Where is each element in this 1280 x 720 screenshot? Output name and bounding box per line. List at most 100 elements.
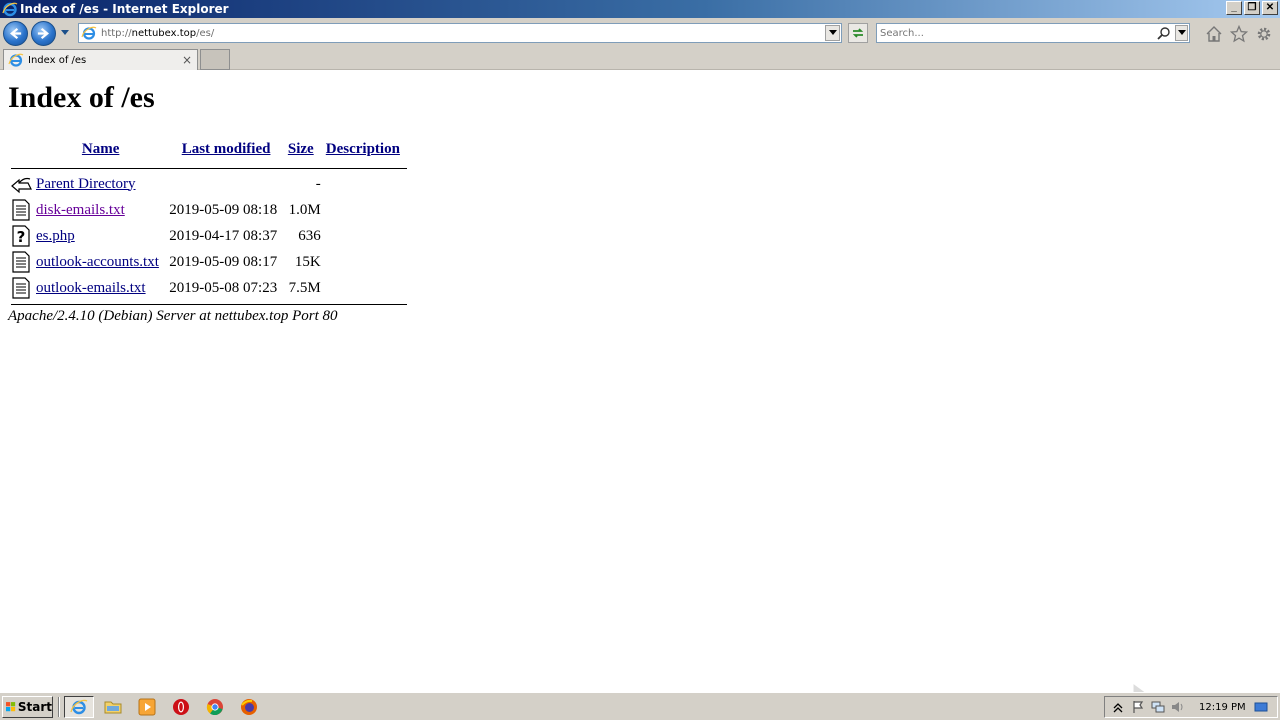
back-button[interactable] xyxy=(3,21,28,46)
table-row: Parent Directory - xyxy=(8,171,407,197)
network-icon[interactable] xyxy=(1151,700,1165,714)
taskbar-file-explorer[interactable] xyxy=(98,696,128,718)
address-bar[interactable]: http://nettubex.top/es/ xyxy=(78,23,842,43)
row-name-cell: es.php xyxy=(34,223,167,249)
divider xyxy=(11,167,407,169)
window-title-bar: Index of /es - Internet Explorer _ ❐ ✕ xyxy=(0,0,1280,18)
row-modified-cell: 2019-04-17 08:37 xyxy=(169,227,278,244)
search-provider-dropdown[interactable] xyxy=(1175,25,1188,41)
chevron-down-icon xyxy=(828,30,837,35)
show-hidden-icons-icon[interactable] xyxy=(1111,700,1125,714)
row-name-cell: outlook-emails.txt xyxy=(34,275,167,301)
tab-bar: Index of /es × xyxy=(0,48,1280,70)
file-link[interactable]: outlook-emails.txt xyxy=(36,280,146,296)
address-url[interactable]: http://nettubex.top/es/ xyxy=(101,28,214,39)
server-signature: Apache/2.4.10 (Debian) Server at nettube… xyxy=(8,308,338,324)
chrome-icon xyxy=(206,699,223,716)
sort-by-size-link[interactable]: Size xyxy=(288,141,314,157)
internet-explorer-icon xyxy=(70,699,88,715)
row-modified-cell: 2019-05-08 07:23 xyxy=(169,279,278,296)
file-link[interactable]: Parent Directory xyxy=(36,176,136,192)
back-arrow-icon xyxy=(11,177,32,194)
home-icon[interactable] xyxy=(1205,25,1223,43)
url-host: nettubex.top xyxy=(131,27,197,39)
start-label: Start xyxy=(17,700,52,714)
navigation-bar: http://nettubex.top/es/ xyxy=(0,18,1280,48)
page-ie-icon xyxy=(81,26,97,40)
tab-label: Index of /es xyxy=(28,54,87,66)
favorites-star-icon[interactable] xyxy=(1230,25,1248,43)
table-row: disk-emails.txt 2019-05-09 08:18 1.0M xyxy=(8,197,407,223)
address-dropdown-button[interactable] xyxy=(825,25,840,41)
row-description-cell xyxy=(323,275,407,301)
search-input[interactable] xyxy=(880,26,1150,40)
system-tray: 12:19 PM xyxy=(1104,696,1278,718)
unknown-file-icon: ? xyxy=(12,225,30,247)
description-column-header: Description xyxy=(323,139,407,165)
show-desktop-icon[interactable] xyxy=(1254,700,1268,714)
row-size-cell: 1.0M xyxy=(288,201,321,218)
search-icon[interactable] xyxy=(1157,26,1171,40)
taskbar-separator xyxy=(58,697,60,717)
sort-by-last-modified-link[interactable]: Last modified xyxy=(182,141,271,157)
chevron-down-icon xyxy=(1177,30,1186,35)
file-link[interactable]: disk-emails.txt xyxy=(36,202,125,218)
refresh-icon xyxy=(852,28,864,38)
action-center-flag-icon[interactable] xyxy=(1131,700,1145,714)
opera-icon xyxy=(173,699,189,715)
taskbar-firefox[interactable] xyxy=(234,696,264,718)
table-header-row: Name Last modified Size Description xyxy=(8,139,407,165)
restore-button[interactable]: ❐ xyxy=(1244,1,1260,15)
row-name-cell: disk-emails.txt xyxy=(34,197,167,223)
media-player-icon xyxy=(138,698,156,716)
recent-pages-dropdown-icon[interactable] xyxy=(60,29,70,37)
window-title: Index of /es - Internet Explorer xyxy=(20,2,229,16)
table-row: outlook-emails.txt 2019-05-08 07:23 7.5M xyxy=(8,275,407,301)
search-box[interactable] xyxy=(876,23,1190,43)
taskbar-media-player[interactable] xyxy=(132,696,162,718)
minimize-button[interactable]: _ xyxy=(1226,1,1242,15)
url-path: /es/ xyxy=(196,27,215,39)
folder-icon xyxy=(104,701,122,714)
url-scheme: http:// xyxy=(101,27,132,39)
row-size-cell: 636 xyxy=(298,227,321,244)
row-name-cell: outlook-accounts.txt xyxy=(34,249,167,275)
taskbar: Start 12:19 PM xyxy=(0,692,1280,720)
row-icon-cell xyxy=(8,171,34,197)
taskbar-internet-explorer[interactable] xyxy=(64,696,94,718)
file-link[interactable]: outlook-accounts.txt xyxy=(36,254,159,270)
row-icon-cell xyxy=(8,249,34,275)
close-button[interactable]: ✕ xyxy=(1262,1,1278,15)
footer-divider-row xyxy=(8,301,407,307)
start-button[interactable]: Start xyxy=(2,696,53,718)
text-file-icon xyxy=(12,251,30,273)
row-description-cell xyxy=(323,171,407,197)
taskbar-chrome[interactable] xyxy=(200,696,230,718)
compatibility-refresh-button[interactable] xyxy=(848,23,868,43)
forward-button[interactable] xyxy=(31,21,56,46)
taskbar-opera[interactable] xyxy=(166,696,196,718)
row-icon-cell: ? xyxy=(8,223,34,249)
row-modified-cell: 2019-05-09 08:18 xyxy=(169,201,278,218)
row-icon-cell xyxy=(8,275,34,301)
sort-by-description-link[interactable]: Description xyxy=(326,141,400,157)
clock[interactable]: 12:19 PM xyxy=(1199,702,1246,713)
row-size-cell: 15K xyxy=(294,253,321,270)
back-arrow-icon xyxy=(9,27,22,40)
window-controls: _ ❐ ✕ xyxy=(1226,1,1278,15)
row-description-cell xyxy=(323,249,407,275)
divider xyxy=(11,303,407,305)
forward-arrow-icon xyxy=(37,27,50,40)
sort-by-name-link[interactable]: Name xyxy=(82,141,120,157)
file-link[interactable]: es.php xyxy=(36,228,75,244)
firefox-icon xyxy=(241,699,257,715)
internet-explorer-icon xyxy=(8,53,24,67)
row-icon-cell xyxy=(8,197,34,223)
new-tab-button[interactable] xyxy=(200,49,230,70)
tab-close-icon[interactable]: × xyxy=(182,53,192,67)
settings-gear-icon[interactable] xyxy=(1255,25,1273,43)
tab-index-of-es[interactable]: Index of /es × xyxy=(3,49,198,70)
page-content: Index of /es Name Last modified Size Des… xyxy=(0,71,1280,720)
text-file-icon xyxy=(12,277,30,299)
volume-icon[interactable] xyxy=(1171,700,1185,714)
